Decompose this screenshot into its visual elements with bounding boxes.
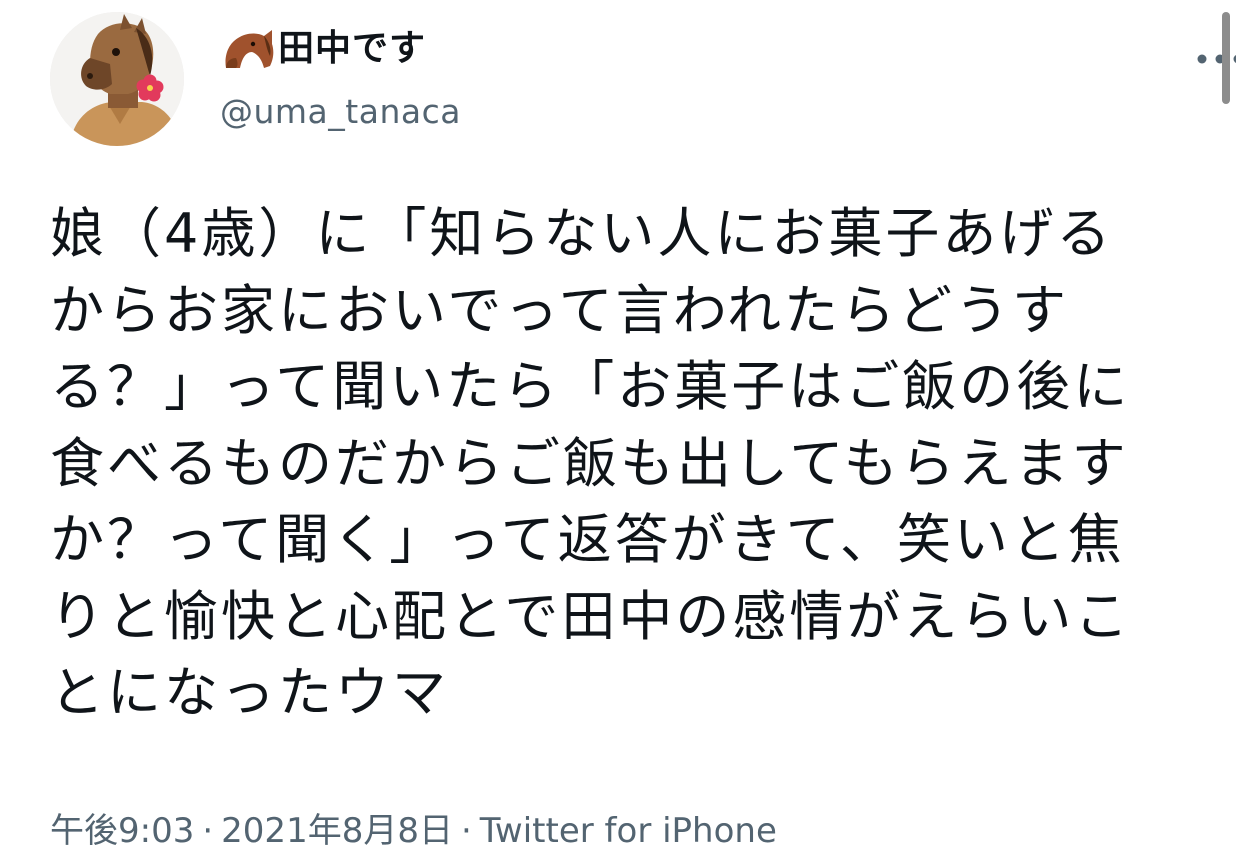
- meta-separator: ·: [202, 811, 214, 851]
- display-name[interactable]: 田中です: [278, 26, 426, 72]
- scrollbar[interactable]: [1222, 12, 1230, 104]
- tweet-header: 田中です @uma_tanaca: [50, 12, 1236, 152]
- tweet-card: 田中です @uma_tanaca 娘（4歳）に「知らない人にお菓子あげるからお家…: [0, 0, 1236, 863]
- user-info: 田中です @uma_tanaca: [220, 26, 920, 132]
- tweet-time[interactable]: 午後9:03: [50, 808, 194, 854]
- tweet-text: 娘（4歳）に「知らない人にお菓子あげるからお家においでって言われたらどうする？」…: [50, 202, 1132, 724]
- horse-face-icon: [220, 26, 276, 72]
- meta-separator: ·: [460, 811, 472, 851]
- horse-mask-avatar-icon: [50, 12, 184, 146]
- tweet-metadata: 午後9:03 · 2021年8月8日 · Twitter for iPhone: [50, 808, 777, 854]
- user-handle[interactable]: @uma_tanaca: [220, 92, 920, 132]
- tweet-date[interactable]: 2021年8月8日: [221, 808, 453, 854]
- avatar[interactable]: [50, 12, 184, 146]
- display-name-row[interactable]: 田中です: [220, 26, 920, 72]
- tweet-source-link[interactable]: Twitter for iPhone: [480, 808, 777, 854]
